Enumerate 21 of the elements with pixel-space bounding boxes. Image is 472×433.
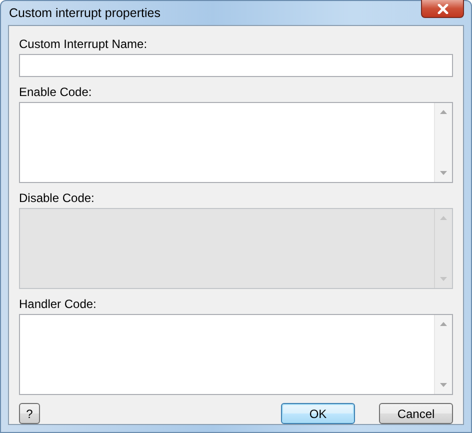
- field-label: Custom Interrupt Name:: [19, 37, 148, 51]
- down-arrow-icon: [440, 277, 447, 281]
- window-title: Custom interrupt properties: [8, 6, 160, 20]
- scrollbar[interactable]: [434, 103, 452, 182]
- field-label: Disable Code:: [19, 191, 96, 205]
- input-field[interactable]: [19, 54, 453, 77]
- scrollbar[interactable]: [434, 315, 452, 394]
- code-text-area[interactable]: [19, 314, 453, 395]
- code-text-area[interactable]: [19, 102, 453, 183]
- up-arrow-icon: [440, 322, 447, 326]
- close-button[interactable]: [421, 0, 464, 18]
- down-arrow-icon: [440, 383, 447, 387]
- field-label: Handler Code:: [19, 297, 98, 311]
- help-button[interactable]: ?: [19, 403, 40, 424]
- ok-button[interactable]: OK: [281, 403, 355, 424]
- down-arrow-icon: [440, 171, 447, 175]
- cancel-button[interactable]: Cancel: [379, 403, 453, 424]
- up-arrow-icon: [440, 110, 447, 114]
- field-label: Enable Code:: [19, 85, 93, 99]
- up-arrow-icon: [440, 216, 447, 220]
- close-icon: [436, 4, 448, 14]
